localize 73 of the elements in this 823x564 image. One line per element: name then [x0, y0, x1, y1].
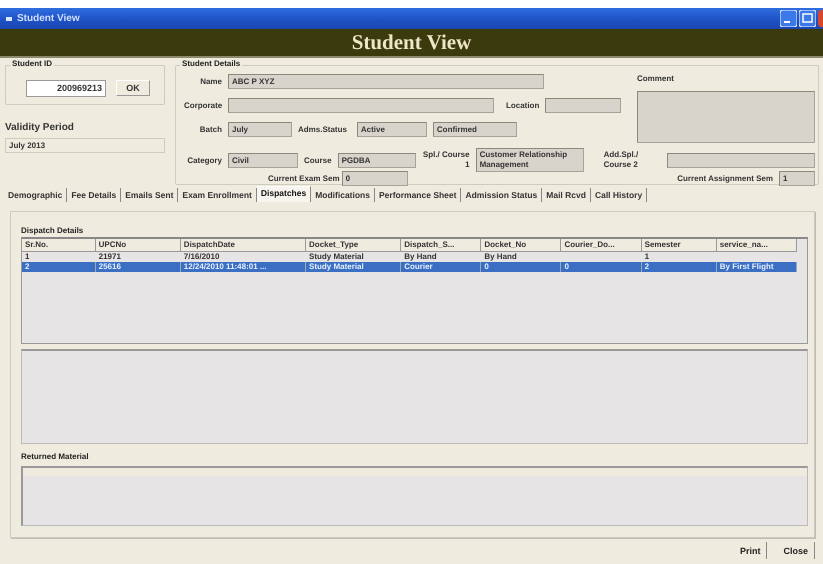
table-cell: 0	[560, 262, 642, 272]
table-cell: 12/24/2010 11:48:01 ...	[180, 262, 306, 272]
column-header[interactable]: Courier_Do...	[560, 239, 642, 251]
tab[interactable]: Call History	[590, 188, 648, 202]
table-row[interactable]: 2 25616 12/24/2010 11:48:01 ... Study Material Courier 0 0 2 By First Flight	[22, 262, 796, 272]
table-cell: 1	[641, 251, 716, 262]
field-label: Adms.Status	[298, 125, 347, 134]
table-cell: 25616	[95, 262, 180, 272]
text-field[interactable]	[667, 152, 815, 168]
tab[interactable]: Emails Sent	[121, 188, 178, 202]
maximize-icon[interactable]	[799, 10, 816, 27]
table-cell: 2	[22, 262, 96, 272]
tab[interactable]: Performance Sheet	[374, 188, 462, 202]
tab[interactable]: Mail Rcvd	[542, 188, 591, 202]
table-cell: Study Material	[306, 262, 401, 272]
column-header[interactable]: Docket_Type	[306, 239, 401, 251]
table-cell: 1	[22, 251, 96, 262]
tab[interactable]: Modifications	[311, 188, 375, 202]
tab[interactable]: Demographic	[4, 188, 68, 202]
column-header[interactable]: Docket_No	[480, 239, 561, 251]
text-field[interactable]	[228, 98, 494, 113]
column-header[interactable]: service_na...	[716, 239, 796, 251]
table-cell: By Hand	[400, 251, 481, 262]
column-header[interactable]: UPCNo	[95, 239, 180, 251]
field-label: Validity Period	[5, 122, 74, 133]
column-header[interactable]: Sr.No.	[22, 239, 96, 251]
group-title: Student ID	[10, 59, 54, 68]
column-header[interactable]: Semester	[641, 239, 716, 251]
field-label: Category	[186, 156, 222, 164]
text-field[interactable]: July	[228, 122, 292, 137]
student-id-field[interactable]: 200969213	[26, 80, 106, 96]
app-icon	[6, 16, 12, 20]
ok-button[interactable]: OK	[116, 80, 150, 96]
text-field[interactable]: 0	[342, 171, 408, 186]
table-cell: Study Material	[306, 251, 401, 262]
column-header[interactable]: DispatchDate	[180, 239, 306, 251]
window-title: Student View	[17, 13, 80, 24]
tab[interactable]: Fee Details	[67, 188, 122, 202]
minimize-icon[interactable]	[780, 10, 797, 27]
tab[interactable]: Dispatches	[256, 186, 312, 202]
table-cell: By Hand	[480, 251, 561, 262]
field-label: Spl./ Course 1	[422, 150, 470, 170]
page-heading: Student View	[352, 30, 472, 55]
validity-field[interactable]: July 2013	[5, 138, 165, 153]
field-label: Name	[199, 77, 222, 86]
field-label: Location	[506, 101, 540, 110]
text-field[interactable]: Confirmed	[432, 122, 517, 137]
tab[interactable]: Admission Status	[461, 188, 542, 202]
comment-box[interactable]	[637, 91, 815, 143]
field-label: Current Exam Sem	[268, 174, 340, 183]
table-cell: By First Flight	[716, 262, 796, 272]
text-field[interactable]	[545, 98, 622, 113]
group-title: Student Details	[180, 59, 242, 68]
text-field[interactable]: PGDBA	[338, 152, 416, 168]
field-label: Corporate	[184, 101, 222, 110]
table-cell: 0	[480, 262, 561, 272]
text-field[interactable]: Customer Relationship Management	[476, 148, 584, 172]
table-row[interactable]: 1 21971 7/16/2010 Study Material By Hand By Hand 1	[22, 251, 796, 262]
table-cell: 2	[641, 262, 716, 272]
table-cell: 7/16/2010	[180, 251, 306, 262]
close-icon[interactable]	[818, 10, 823, 27]
table-cell: 21971	[95, 251, 180, 262]
field-label: Batch	[198, 125, 222, 134]
text-field[interactable]: 1	[779, 171, 815, 186]
field-label: Comment	[637, 74, 675, 83]
field-label: Current Assignment Sem	[677, 174, 773, 183]
field-label: Add.Spl./ Course 2	[604, 150, 640, 170]
column-header[interactable]: Dispatch_S...	[400, 239, 481, 251]
text-field[interactable]: Active	[356, 122, 427, 137]
text-field[interactable]: ABC P XYZ	[228, 74, 544, 89]
field-label: Course	[304, 156, 332, 164]
table-cell: Courier	[400, 262, 481, 272]
text-field[interactable]: Civil	[228, 152, 298, 168]
